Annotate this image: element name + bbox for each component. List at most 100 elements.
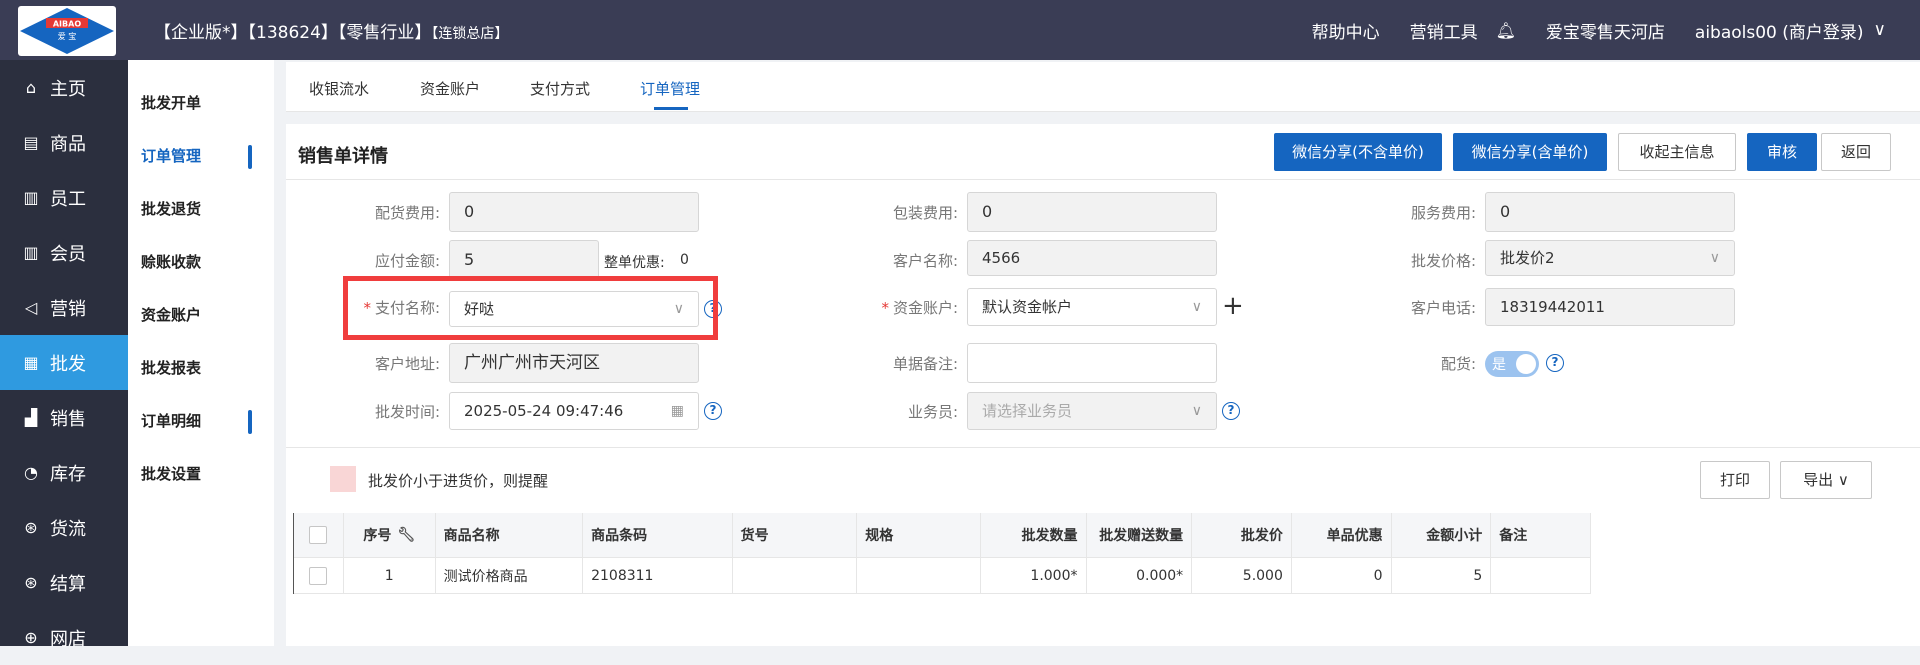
price-warning-hint: 批发价小于进货价，则提醒 <box>368 472 549 490</box>
goods-icon: ▤ <box>23 133 39 152</box>
help-icon[interactable]: ? <box>704 402 722 420</box>
sidebar-item-home[interactable]: ⌂ 主页 <box>0 60 128 115</box>
subnav-item-order-detail[interactable]: 订单明细 <box>128 394 274 447</box>
customer-name-label: 客户名称: <box>892 252 958 270</box>
wholesale-icon: ▦ <box>23 353 39 372</box>
document-remark-field[interactable] <box>967 343 1217 383</box>
subnav-item-fund-account[interactable]: 资金账户 <box>128 288 274 341</box>
help-icon[interactable]: ? <box>1222 402 1240 420</box>
svg-text:AIBAO: AIBAO <box>53 20 81 29</box>
delivery-fee-label: 配货费用: <box>374 204 440 222</box>
salesman-select[interactable]: 请选择业务员 ∨ <box>967 392 1217 430</box>
header-spec: 规格 <box>857 513 981 557</box>
aibao-logo[interactable]: AIBAO 爱 宝 <box>18 6 116 56</box>
help-icon[interactable]: ? <box>1546 354 1564 372</box>
export-button[interactable]: 导出 ∨ <box>1780 461 1872 499</box>
row-checkbox[interactable] <box>309 566 328 585</box>
sidebar-item-goods[interactable]: ▤ 商品 <box>0 115 128 170</box>
delivery-fee-field[interactable]: 0 <box>449 192 699 232</box>
chevron-down-icon: ∨ <box>1709 250 1720 266</box>
tab-fund-account[interactable]: 资金账户 <box>420 78 480 99</box>
collapse-main-info-button[interactable]: 收起主信息 <box>1618 133 1736 171</box>
main-sidebar: ⌂ 主页 ▤ 商品 ▥ 员工 ▥ 会员 ◁ 营销 ▦ 批发 ▟ 销售 ◔ 库存 ⊛ 货流 ⊛ 结算 … <box>0 60 128 650</box>
print-button[interactable]: 打印 <box>1700 461 1770 499</box>
user-account[interactable]: aibaols00 (商户登录) <box>1695 18 1864 43</box>
tab-bar: 收银流水 资金账户 支付方式 订单管理 <box>286 62 1920 112</box>
row-price: 5.000 <box>1192 558 1292 593</box>
order-discount-label: 整单优惠: <box>604 255 665 271</box>
sidebar-item-member[interactable]: ▥ 会员 <box>0 225 128 280</box>
back-button[interactable]: 返回 <box>1821 133 1891 171</box>
row-subtotal: 5 <box>1392 558 1492 593</box>
row-gift-quantity[interactable]: 0.000* <box>1087 558 1193 593</box>
tenant-title: 【企业版*】【138624】【零售行业】【连锁总店】 <box>154 18 508 43</box>
row-product-name: 测试价格商品 <box>436 558 584 593</box>
wechat-share-with-price-button[interactable]: 微信分享(含单价) <box>1453 133 1607 171</box>
row-barcode: 2108311 <box>583 558 733 593</box>
row-select-cell[interactable] <box>294 558 344 593</box>
tab-order-management[interactable]: 订单管理 <box>640 78 700 99</box>
delivery-toggle[interactable]: 是 <box>1485 351 1539 377</box>
form-divider <box>286 447 1920 448</box>
sidebar-item-sales[interactable]: ▟ 销售 <box>0 390 128 445</box>
table-row[interactable]: 1 测试价格商品 2108311 1.000* 0.000* 5.000 0 5 <box>294 558 1591 594</box>
payable-amount-field[interactable]: 5 <box>449 240 599 280</box>
add-account-icon[interactable]: + <box>1222 293 1244 319</box>
fund-account-label: * 资金账户: <box>881 299 958 317</box>
customer-phone-field[interactable]: 18319442011 <box>1485 288 1735 326</box>
top-right-menu: 帮助中心 营销工具 🔔︎ 爱宝零售天河店 aibaols00 (商户登录) ∨ <box>1312 0 1920 60</box>
marketing-tools-link[interactable]: 营销工具 <box>1410 18 1478 43</box>
sidebar-item-flow[interactable]: ⊛ 货流 <box>0 500 128 555</box>
subnav-item-wholesale-order[interactable]: 批发开单 <box>128 76 274 129</box>
select-all-checkbox[interactable] <box>309 526 328 544</box>
chevron-down-icon: ∨ <box>1191 299 1202 315</box>
header-price: 批发价 <box>1192 513 1292 557</box>
help-center-link[interactable]: 帮助中心 <box>1312 18 1380 43</box>
megaphone-icon: ◁ <box>24 298 38 317</box>
active-marker <box>248 145 252 169</box>
approve-button[interactable]: 审核 <box>1747 133 1817 171</box>
sidebar-item-wholesale[interactable]: ▦ 批发 <box>0 335 128 390</box>
chevron-down-icon: ∨ <box>1837 471 1849 489</box>
header-barcode: 商品条码 <box>583 513 733 557</box>
subnav-item-wholesale-return[interactable]: 批发退货 <box>128 182 274 235</box>
sidebar-item-marketing[interactable]: ◁ 营销 <box>0 280 128 335</box>
wechat-share-no-price-button[interactable]: 微信分享(不含单价) <box>1274 133 1442 171</box>
wholesale-time-label: 批发时间: <box>374 403 440 421</box>
header-product-name: 商品名称 <box>436 513 584 557</box>
tab-cash-flow[interactable]: 收银流水 <box>309 78 369 99</box>
customer-name-field[interactable]: 4566 <box>967 240 1217 276</box>
wholesale-price-select[interactable]: 批发价2 ∨ <box>1485 240 1735 276</box>
order-discount-value: 0 <box>680 252 689 268</box>
package-fee-label: 包装费用: <box>892 204 958 222</box>
wrench-icon[interactable]: 🔧︎ <box>397 527 415 543</box>
fund-account-select[interactable]: 默认资金帐户 ∨ <box>967 288 1217 326</box>
row-remark <box>1491 558 1591 593</box>
service-fee-field[interactable]: 0 <box>1485 192 1735 232</box>
sidebar-item-shop[interactable]: ⊕ 网店 <box>0 610 128 665</box>
pie-icon: ◔ <box>24 463 38 482</box>
bell-icon[interactable]: 🔔︎ <box>1496 21 1516 40</box>
order-items-table: 序号 🔧︎ 商品名称 商品条码 货号 规格 批发数量 批发赠送数量 批发价 单品优… <box>293 513 1591 594</box>
salesman-label: 业务员: <box>907 403 958 421</box>
sidebar-item-inventory[interactable]: ◔ 库存 <box>0 445 128 500</box>
delivery-label: 配货: <box>1440 355 1476 373</box>
flow-icon: ⊛ <box>24 518 38 537</box>
sidebar-item-settle[interactable]: ⊛ 结算 <box>0 555 128 610</box>
store-name[interactable]: 爱宝零售天河店 <box>1546 18 1665 43</box>
customer-address-field[interactable]: 广州广州市天河区 <box>449 343 699 383</box>
subnav-item-wholesale-report[interactable]: 批发报表 <box>128 341 274 394</box>
chevron-down-icon: ∨ <box>1191 403 1202 419</box>
customer-address-label: 客户地址: <box>374 355 440 373</box>
row-quantity[interactable]: 1.000* <box>981 558 1087 593</box>
package-fee-field[interactable]: 0 <box>967 192 1217 232</box>
wholesale-time-picker[interactable]: 2025-05-24 09:47:46 ▦ <box>449 392 699 430</box>
tab-payment-method[interactable]: 支付方式 <box>530 78 590 99</box>
sidebar-item-staff[interactable]: ▥ 员工 <box>0 170 128 225</box>
subnav-item-wholesale-settings[interactable]: 批发设置 <box>128 447 274 500</box>
subnav-item-credit-collection[interactable]: 赊账收款 <box>128 235 274 288</box>
highlight-box <box>343 276 718 340</box>
select-all-cell[interactable] <box>294 513 344 557</box>
subnav-item-order-management[interactable]: 订单管理 <box>128 129 274 182</box>
chevron-down-icon[interactable]: ∨ <box>1874 20 1886 40</box>
